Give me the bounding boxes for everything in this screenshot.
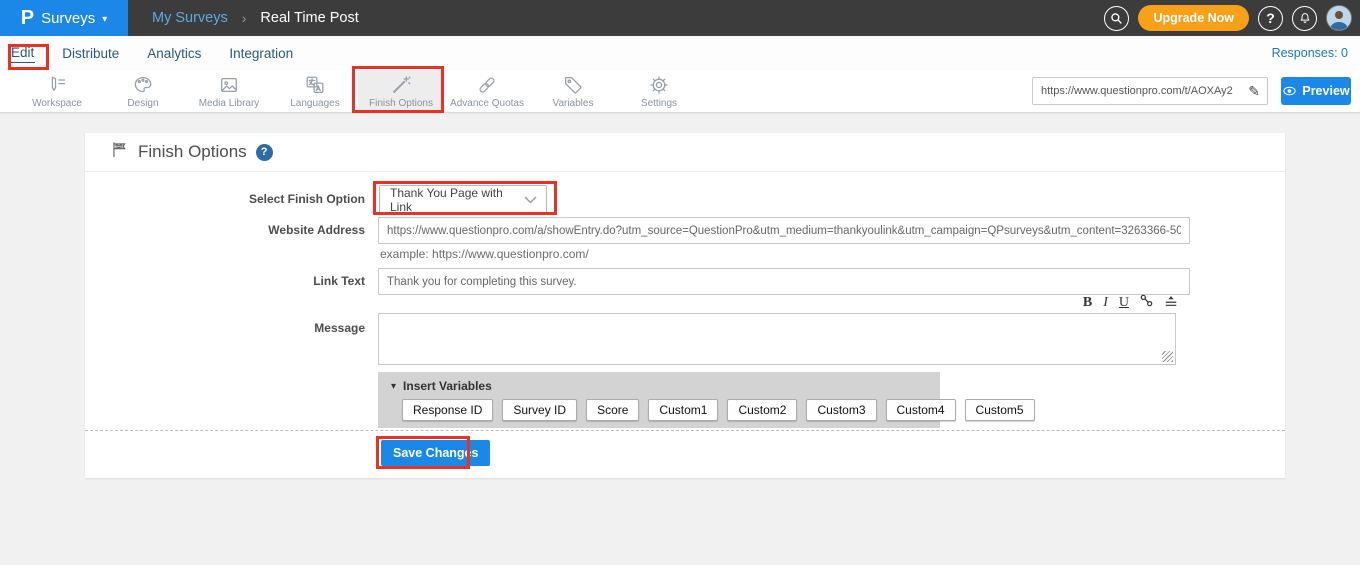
variable-button-custom2[interactable]: Custom2	[727, 399, 797, 421]
top-navbar: P Surveys ▾ My Surveys › Real Time Post …	[0, 0, 1360, 36]
toolbar-item-label: Finish Options	[369, 98, 433, 109]
message-format-toolbar: B I U	[378, 294, 1178, 311]
finish-option-select[interactable]: Thank You Page with Link	[379, 185, 547, 214]
eye-icon	[1282, 85, 1297, 97]
settings-icon	[648, 74, 670, 96]
insert-variables-title: Insert Variables	[403, 379, 492, 393]
select-finish-option-label: Select Finish Option	[85, 192, 365, 206]
avatar-photo	[1327, 6, 1351, 30]
link-text-input[interactable]	[378, 268, 1190, 295]
toolbar-item-label: Media Library	[199, 98, 260, 109]
notifications-button[interactable]	[1292, 6, 1317, 31]
tab-analytics[interactable]: Analytics	[146, 44, 202, 63]
link-text-label: Link Text	[85, 274, 365, 288]
toolbar-item-label: Variables	[553, 98, 594, 109]
toolbar-item-advance-quotas[interactable]: Advance Quotas	[444, 70, 530, 113]
variable-button-custom1[interactable]: Custom1	[648, 399, 718, 421]
italic-icon[interactable]: I	[1103, 296, 1108, 310]
variable-button-custom5[interactable]: Custom5	[965, 399, 1035, 421]
breadcrumb-my-surveys[interactable]: My Surveys	[152, 10, 228, 26]
message-label: Message	[85, 321, 365, 335]
finish-option-selected-value: Thank You Page with Link	[380, 186, 524, 214]
survey-tab-bar: Edit Distribute Analytics Integration Re…	[0, 36, 1360, 70]
toolbar-item-media-library[interactable]: Media Library	[186, 70, 272, 113]
help-circle-icon[interactable]: ?	[256, 144, 273, 161]
toolbar-item-label: Advance Quotas	[450, 98, 524, 109]
media-library-icon	[218, 74, 240, 96]
resize-handle[interactable]	[1162, 351, 1173, 362]
navbar-actions: Upgrade Now ?	[1104, 0, 1352, 36]
questionpro-app: P Surveys ▾ My Surveys › Real Time Post …	[0, 0, 1360, 565]
languages-icon	[304, 74, 326, 96]
survey-url-input[interactable]	[1033, 85, 1241, 97]
survey-url-box: ✎	[1032, 77, 1268, 105]
variable-button-response-id[interactable]: Response ID	[402, 399, 493, 421]
align-icon[interactable]	[1164, 294, 1178, 311]
website-address-example: example: https://www.questionpro.com/	[380, 247, 589, 261]
breadcrumb-separator-icon: ›	[242, 10, 247, 26]
toolbar-item-design[interactable]: Design	[100, 70, 186, 113]
underline-icon[interactable]: U	[1119, 296, 1129, 310]
finish-flag-icon	[110, 140, 129, 164]
help-button[interactable]: ?	[1258, 6, 1283, 31]
questionpro-logo: P	[21, 8, 34, 28]
variable-button-score[interactable]: Score	[586, 399, 639, 421]
toolbar-item-variables[interactable]: Variables	[530, 70, 616, 113]
workspace-icon	[46, 74, 68, 96]
chevron-down-icon	[524, 196, 546, 204]
breadcrumb: My Surveys › Real Time Post	[152, 0, 359, 36]
search-icon	[1109, 11, 1124, 26]
card-title-row: Finish Options ?	[85, 133, 1285, 172]
question-mark-icon: ?	[1266, 10, 1275, 26]
toolbar-item-label: Languages	[290, 98, 340, 109]
variable-button-survey-id[interactable]: Survey ID	[502, 399, 577, 421]
insert-variables-header[interactable]: ▾ Insert Variables	[378, 372, 940, 393]
bold-icon[interactable]: B	[1083, 296, 1092, 310]
toolbar-item-label: Design	[127, 98, 158, 109]
breadcrumb-survey-name: Real Time Post	[260, 10, 358, 26]
edit-url-pencil-icon[interactable]: ✎	[1241, 83, 1267, 100]
toolbar-item-label: Settings	[641, 98, 677, 109]
variable-button-custom4[interactable]: Custom4	[886, 399, 956, 421]
user-avatar[interactable]	[1326, 5, 1352, 31]
toolbar-items: Workspace Design Media Library Languages…	[14, 70, 702, 113]
chevron-down-icon: ▾	[102, 14, 107, 25]
tab-integration[interactable]: Integration	[228, 44, 294, 63]
tabs: Edit Distribute Analytics Integration	[10, 36, 294, 70]
finish-options-icon	[390, 74, 412, 96]
upgrade-now-button[interactable]: Upgrade Now	[1138, 5, 1249, 31]
page-title: Finish Options	[138, 142, 247, 162]
caret-down-icon: ▾	[391, 381, 396, 392]
toolbar-item-workspace[interactable]: Workspace	[14, 70, 100, 113]
preview-button[interactable]: Preview	[1281, 77, 1351, 105]
edit-toolbar: Workspace Design Media Library Languages…	[0, 70, 1360, 113]
variable-buttons-row: Response ID Survey ID Score Custom1 Cust…	[378, 393, 940, 421]
bell-icon	[1298, 11, 1312, 25]
product-name: Surveys	[41, 10, 95, 27]
preview-label: Preview	[1302, 84, 1349, 98]
toolbar-item-languages[interactable]: Languages	[272, 70, 358, 113]
website-address-input[interactable]	[378, 217, 1190, 244]
variables-icon	[562, 74, 584, 96]
save-changes-button[interactable]: Save Changes	[381, 440, 490, 466]
tab-edit[interactable]: Edit	[10, 43, 35, 63]
search-button[interactable]	[1104, 6, 1129, 31]
tab-distribute[interactable]: Distribute	[61, 44, 120, 63]
link-icon[interactable]	[1140, 294, 1153, 311]
finish-options-card: Finish Options ? Select Finish Option Th…	[85, 133, 1285, 478]
variable-button-custom3[interactable]: Custom3	[806, 399, 876, 421]
responses-count[interactable]: Responses: 0	[1272, 36, 1348, 70]
product-switcher[interactable]: P Surveys ▾	[0, 0, 128, 36]
toolbar-item-finish-options[interactable]: Finish Options	[358, 70, 444, 113]
message-textarea[interactable]	[378, 313, 1176, 365]
website-address-label: Website Address	[85, 223, 365, 237]
design-icon	[132, 74, 154, 96]
toolbar-item-label: Workspace	[32, 98, 82, 109]
advance-quotas-icon	[476, 74, 498, 96]
toolbar-item-settings[interactable]: Settings	[616, 70, 702, 113]
dashed-separator	[85, 430, 1285, 431]
insert-variables-panel: ▾ Insert Variables Response ID Survey ID…	[378, 372, 940, 428]
